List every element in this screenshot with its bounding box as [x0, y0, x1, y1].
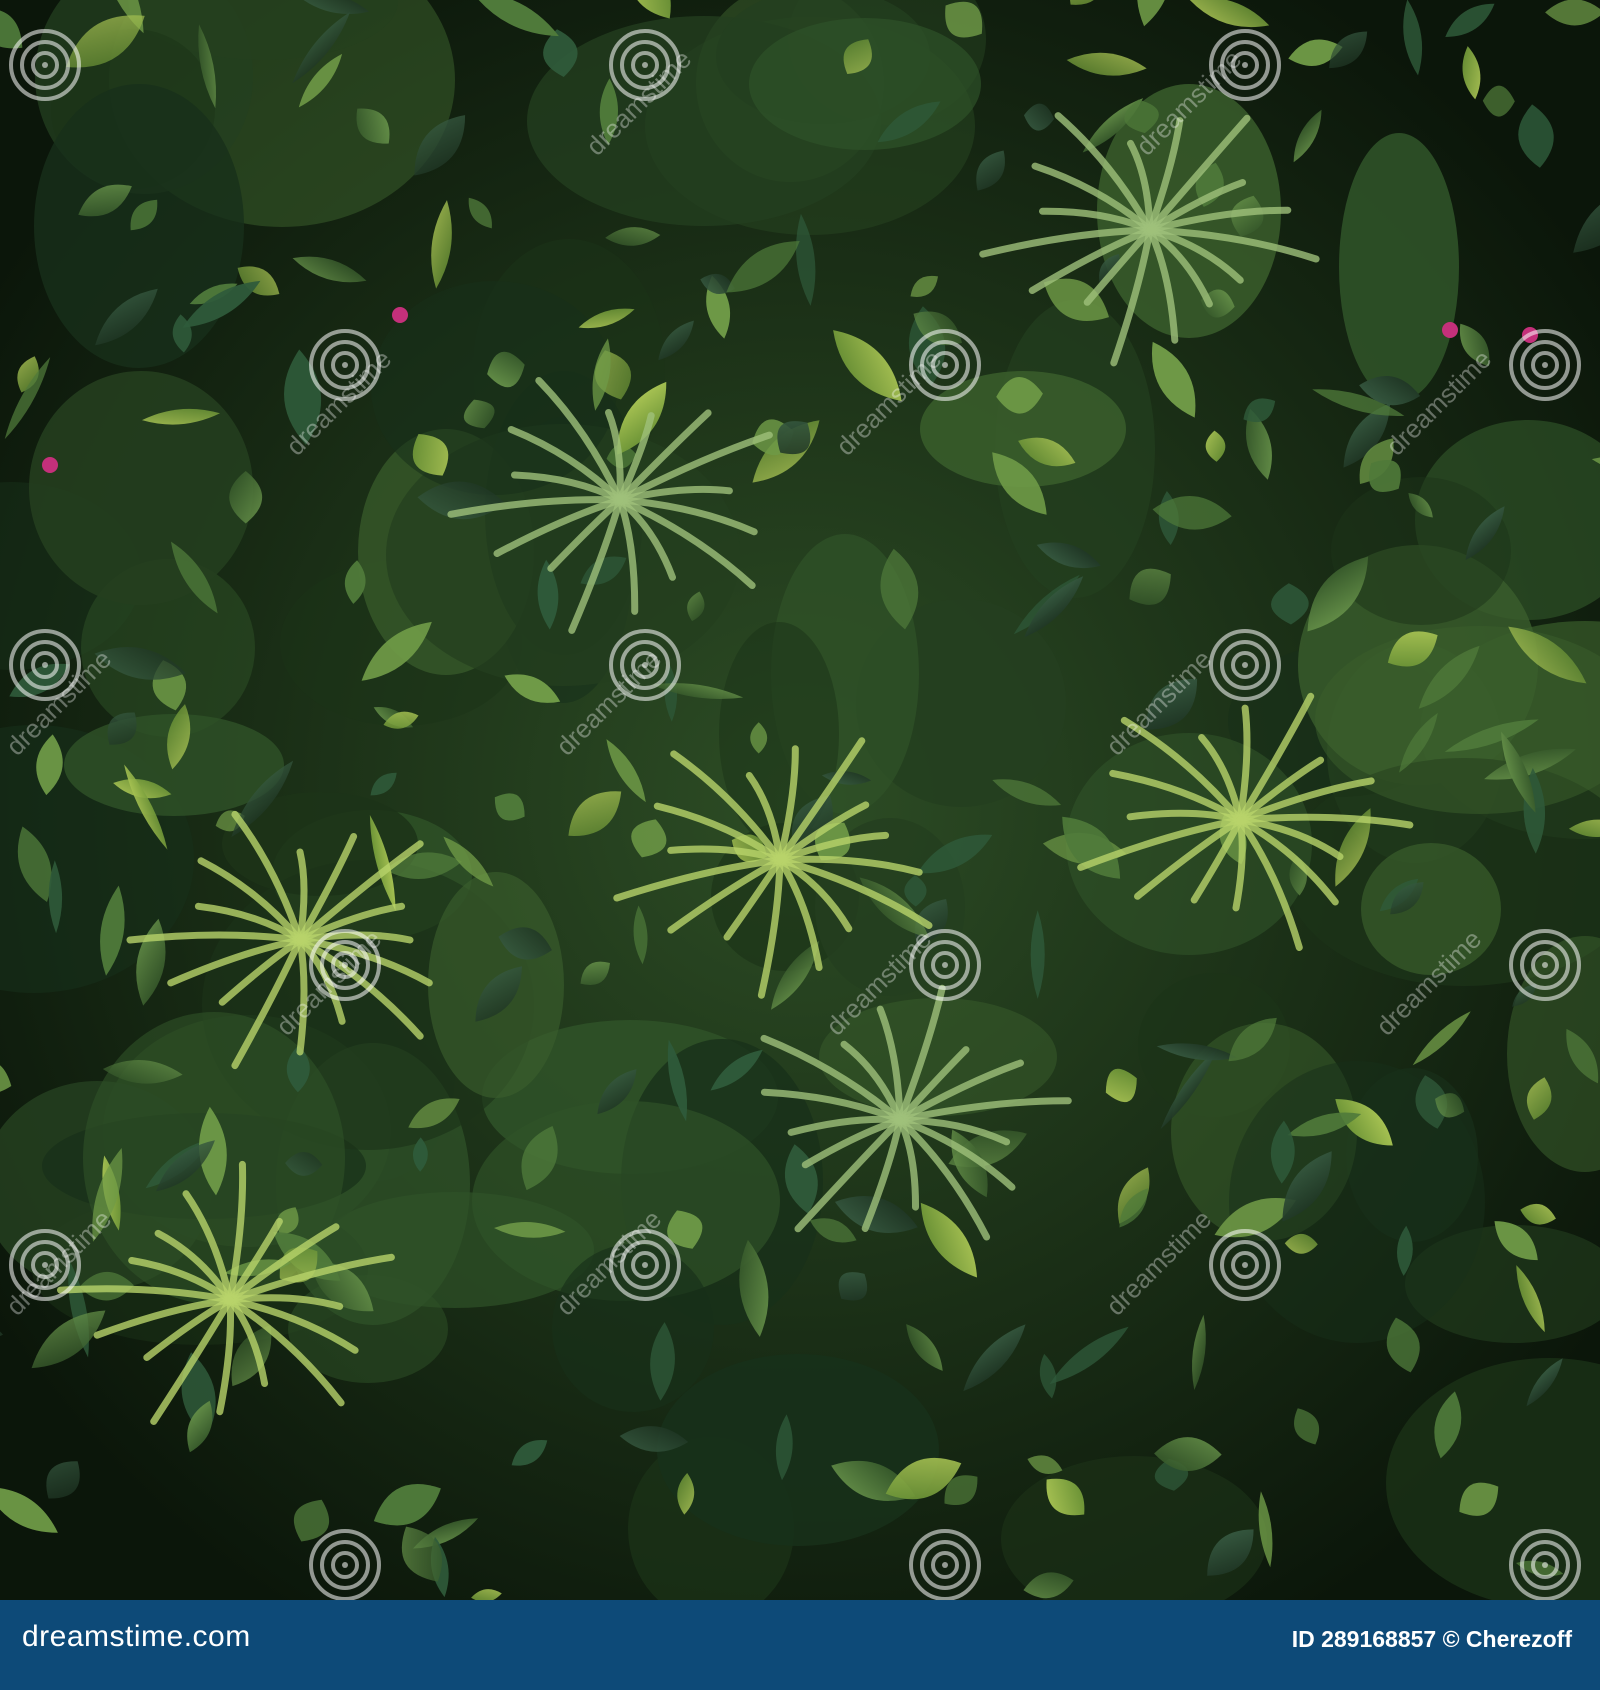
bush: [29, 371, 253, 605]
flower: [1522, 327, 1538, 343]
flower: [392, 307, 408, 323]
credit-bar: dreamstime.com ID 289168857 © Cherezoff: [0, 1600, 1600, 1690]
jungle-photo: dreamstime dreamstime dreamstime dreamstime…: [0, 0, 1600, 1600]
brand-label: dreamstime.com: [22, 1620, 251, 1653]
image-credit: ID 289168857 © Cherezoff: [1291, 1626, 1572, 1652]
foliage-illustration: [0, 0, 1600, 1600]
bush: [1339, 133, 1459, 401]
bush: [552, 1244, 714, 1412]
flower: [42, 457, 58, 473]
flower: [1442, 322, 1458, 338]
bush: [749, 18, 981, 150]
bush: [657, 1354, 939, 1546]
